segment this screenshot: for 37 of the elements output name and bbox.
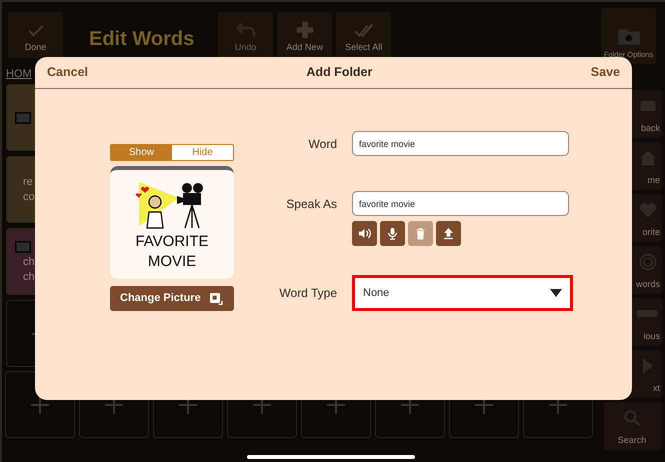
search-icon <box>622 408 642 428</box>
text-field[interactable]: favorite movie <box>352 131 569 156</box>
monitor-icon <box>15 239 31 256</box>
save-button[interactable]: Save <box>590 63 620 82</box>
home-icon <box>638 148 658 168</box>
tile-label: co <box>23 190 35 204</box>
upload-icon <box>441 226 456 241</box>
tile-label: ch <box>23 255 35 270</box>
microphone-icon <box>385 226 400 241</box>
speaker-icon <box>357 226 372 241</box>
screen-title: Edit Words <box>89 27 194 52</box>
text-field[interactable]: favorite movie <box>352 191 569 216</box>
search-button[interactable]: Search <box>604 402 662 450</box>
tile-label: ch <box>23 270 35 284</box>
trash-icon <box>413 226 428 241</box>
add-button[interactable]: Add New <box>277 12 332 58</box>
play-button[interactable] <box>352 220 377 246</box>
upload-button[interactable] <box>436 220 461 246</box>
cancel-button[interactable]: Cancel <box>47 63 88 82</box>
dialog-title: Add Folder <box>306 64 372 82</box>
change-picture-button[interactable]: Change Picture <box>110 286 234 311</box>
select-button[interactable]: Select All <box>336 12 392 58</box>
caret-icon <box>550 288 562 297</box>
card-label: FAVORITE MOVIE <box>134 232 210 272</box>
monitor-icon <box>15 110 31 126</box>
record-button[interactable] <box>380 220 405 246</box>
done-button[interactable]: Done <box>8 12 63 58</box>
tile-label: re <box>23 175 33 190</box>
word-type-dropdown[interactable]: None <box>352 274 573 311</box>
toggle-button[interactable]: Show <box>111 145 172 160</box>
bar-icon <box>636 310 658 318</box>
toggle-button[interactable]: Hide <box>172 145 233 160</box>
picture-swap-icon <box>208 290 224 306</box>
rings-icon <box>638 252 658 272</box>
field-label: Word <box>308 136 337 153</box>
field-label: Word Type <box>278 284 337 302</box>
field-label: Speak As <box>285 196 337 213</box>
